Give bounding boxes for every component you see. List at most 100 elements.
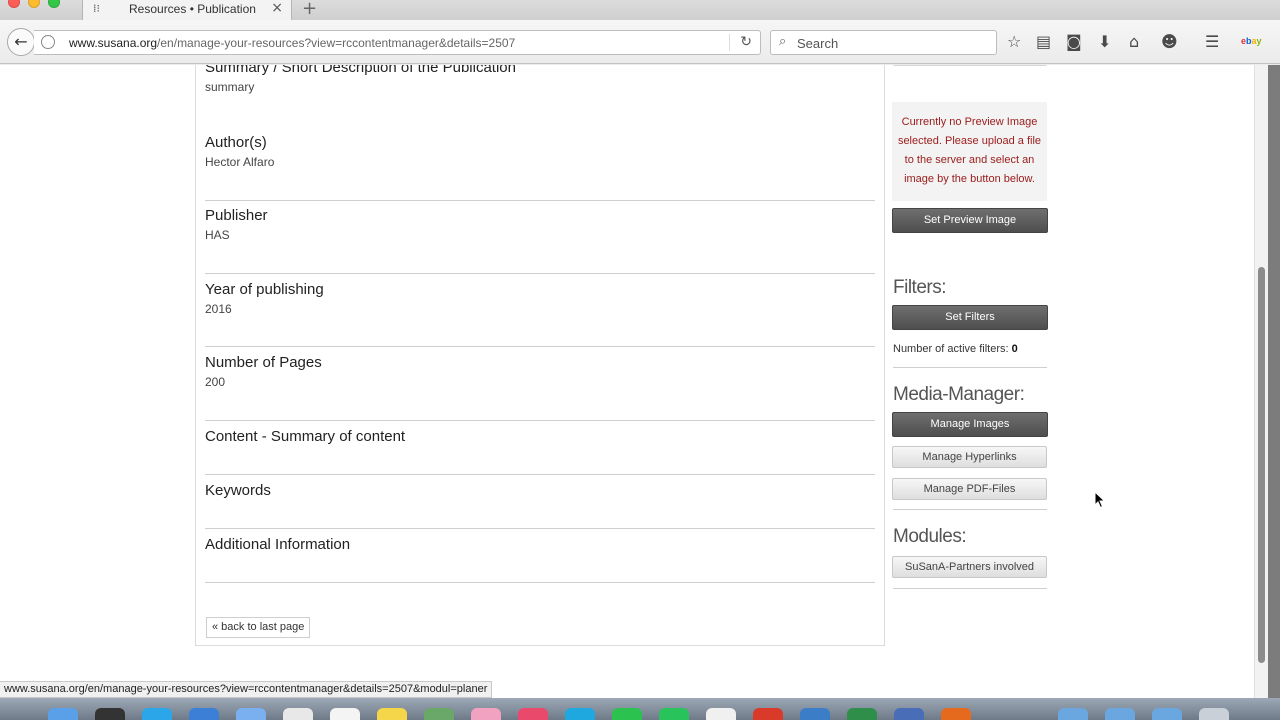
field-label: Author(s) xyxy=(205,134,267,151)
field-divider xyxy=(205,582,875,583)
dock xyxy=(0,698,1280,720)
textedit-icon[interactable] xyxy=(706,708,736,720)
pocket-icon[interactable]: ◙ xyxy=(1066,32,1082,51)
back-to-last-page-link[interactable]: « back to last page xyxy=(206,617,311,638)
download-icon[interactable]: ⬇ xyxy=(1098,32,1111,51)
field-label: Number of Pages xyxy=(205,354,322,371)
facetime-icon[interactable] xyxy=(659,708,689,720)
skype-icon[interactable] xyxy=(565,708,595,720)
field-divider xyxy=(205,273,875,274)
field-authors: Author(s) Hector Alfaro xyxy=(205,134,875,169)
set-filters-button[interactable]: Set Filters xyxy=(892,305,1048,330)
field-divider xyxy=(205,346,875,347)
address-bar[interactable]: www.susana.org/en/manage-your-resources?… xyxy=(34,30,761,55)
field-value: HAS xyxy=(205,228,230,242)
excel-icon[interactable] xyxy=(847,708,877,720)
tab-title: Resources • Publication xyxy=(129,2,256,16)
field-value: Hector Alfaro xyxy=(205,155,275,169)
field-year: Year of publishing 2016 xyxy=(205,281,875,316)
sidebar-divider xyxy=(893,367,1047,368)
susana-partners-button[interactable]: SuSanA-Partners involved xyxy=(892,556,1047,578)
desktop-edge xyxy=(1268,65,1280,698)
field-additional-info: Additional Information xyxy=(205,536,875,553)
manage-hyperlinks-button[interactable]: Manage Hyperlinks xyxy=(892,446,1047,468)
itunes-icon[interactable] xyxy=(518,708,548,720)
field-divider xyxy=(205,474,875,475)
set-preview-image-button[interactable]: Set Preview Image xyxy=(892,208,1048,233)
field-label: Additional Information xyxy=(205,536,351,553)
active-filters-count: Number of active filters: 0 xyxy=(893,343,1018,355)
hamburger-icon[interactable]: ☰ xyxy=(1205,32,1219,51)
trash-icon[interactable] xyxy=(1199,708,1229,720)
preview-notice: Currently no Preview Image selected. Ple… xyxy=(897,116,1042,185)
zoom-window-button[interactable] xyxy=(48,0,60,8)
folder-icon[interactable] xyxy=(1105,708,1135,720)
url-divider xyxy=(729,34,730,51)
vertical-scrollbar[interactable] xyxy=(1254,65,1268,698)
messages-icon[interactable] xyxy=(612,708,642,720)
url-text[interactable]: www.susana.org/en/manage-your-resources?… xyxy=(69,36,515,50)
field-publisher: Publisher HAS xyxy=(205,207,875,242)
field-summary: Summary / Short Description of the Publi… xyxy=(205,65,875,94)
site-identity-icon[interactable] xyxy=(41,35,55,49)
media-manager-heading: Media-Manager: xyxy=(893,384,1025,405)
calendar-icon[interactable] xyxy=(283,708,313,720)
star-icon[interactable]: ☆ xyxy=(1007,32,1021,51)
field-label: Summary / Short Description of the Publi… xyxy=(205,65,516,76)
tab-bar: ⁞⁝ Resources • Publication × + xyxy=(0,0,1280,20)
field-pages: Number of Pages 200 xyxy=(205,354,875,389)
field-label: Content - Summary of content xyxy=(205,428,406,445)
field-value: summary xyxy=(205,80,255,94)
notes-icon[interactable] xyxy=(330,708,360,720)
status-bar: www.susana.org/en/manage-your-resources?… xyxy=(0,681,493,698)
folder-icon[interactable] xyxy=(1152,708,1182,720)
new-tab-button[interactable]: + xyxy=(302,0,317,19)
minimize-window-button[interactable] xyxy=(28,0,40,8)
field-divider xyxy=(205,200,875,201)
folder-icon[interactable] xyxy=(1058,708,1088,720)
stickies-icon[interactable] xyxy=(377,708,407,720)
navigation-toolbar: ← www.susana.org/en/manage-your-resource… xyxy=(0,20,1280,64)
search-placeholder: Search xyxy=(797,36,839,51)
manage-pdf-files-button[interactable]: Manage PDF-Files xyxy=(892,478,1047,500)
pdf-app-icon[interactable] xyxy=(753,708,783,720)
site-favicon-icon: ⁞⁝ xyxy=(93,2,100,15)
back-button[interactable]: ← xyxy=(7,28,35,56)
close-window-button[interactable] xyxy=(8,0,20,8)
modules-heading: Modules: xyxy=(893,526,967,547)
field-keywords: Keywords xyxy=(205,482,875,499)
field-content-summary: Content - Summary of content xyxy=(205,428,875,445)
clipboard-icon[interactable]: ▤ xyxy=(1036,32,1051,51)
sidebar-divider xyxy=(893,588,1047,589)
close-tab-icon[interactable]: × xyxy=(271,0,283,16)
preview-image-placeholder: Currently no Preview Image selected. Ple… xyxy=(892,102,1047,201)
maps-icon[interactable] xyxy=(424,708,454,720)
active-tab[interactable]: ⁞⁝ Resources • Publication × xyxy=(82,0,292,20)
chat-icon[interactable]: ☻ xyxy=(1161,32,1178,51)
field-label: Year of publishing xyxy=(205,281,324,298)
app-store-icon[interactable] xyxy=(189,708,219,720)
mail-icon[interactable] xyxy=(236,708,266,720)
field-label: Keywords xyxy=(205,482,271,499)
manage-images-button[interactable]: Manage Images xyxy=(892,412,1048,437)
page-viewport: Summary / Short Description of the Publi… xyxy=(0,65,1254,698)
scrollbar-thumb[interactable] xyxy=(1258,267,1265,663)
word-icon[interactable] xyxy=(800,708,830,720)
safari-icon[interactable] xyxy=(142,708,172,720)
field-label: Publisher xyxy=(205,207,268,224)
mouse-cursor-icon xyxy=(1094,491,1106,509)
launchpad-icon[interactable] xyxy=(95,708,125,720)
sidebar-top-button[interactable] xyxy=(892,65,1048,66)
reload-icon[interactable]: ↻ xyxy=(740,34,752,50)
photos-icon[interactable] xyxy=(471,708,501,720)
field-value: 2016 xyxy=(205,302,232,316)
ebay-icon[interactable]: ebay xyxy=(1241,36,1262,46)
sidebar-divider xyxy=(893,509,1047,510)
firefox-icon[interactable] xyxy=(941,708,971,720)
search-icon: ⌕ xyxy=(779,34,787,49)
settings-icon[interactable] xyxy=(894,708,924,720)
finder-icon[interactable] xyxy=(48,708,78,720)
home-icon[interactable]: ⌂ xyxy=(1129,32,1139,51)
search-bar[interactable]: ⌕ Search xyxy=(770,30,997,55)
field-divider xyxy=(205,420,875,421)
